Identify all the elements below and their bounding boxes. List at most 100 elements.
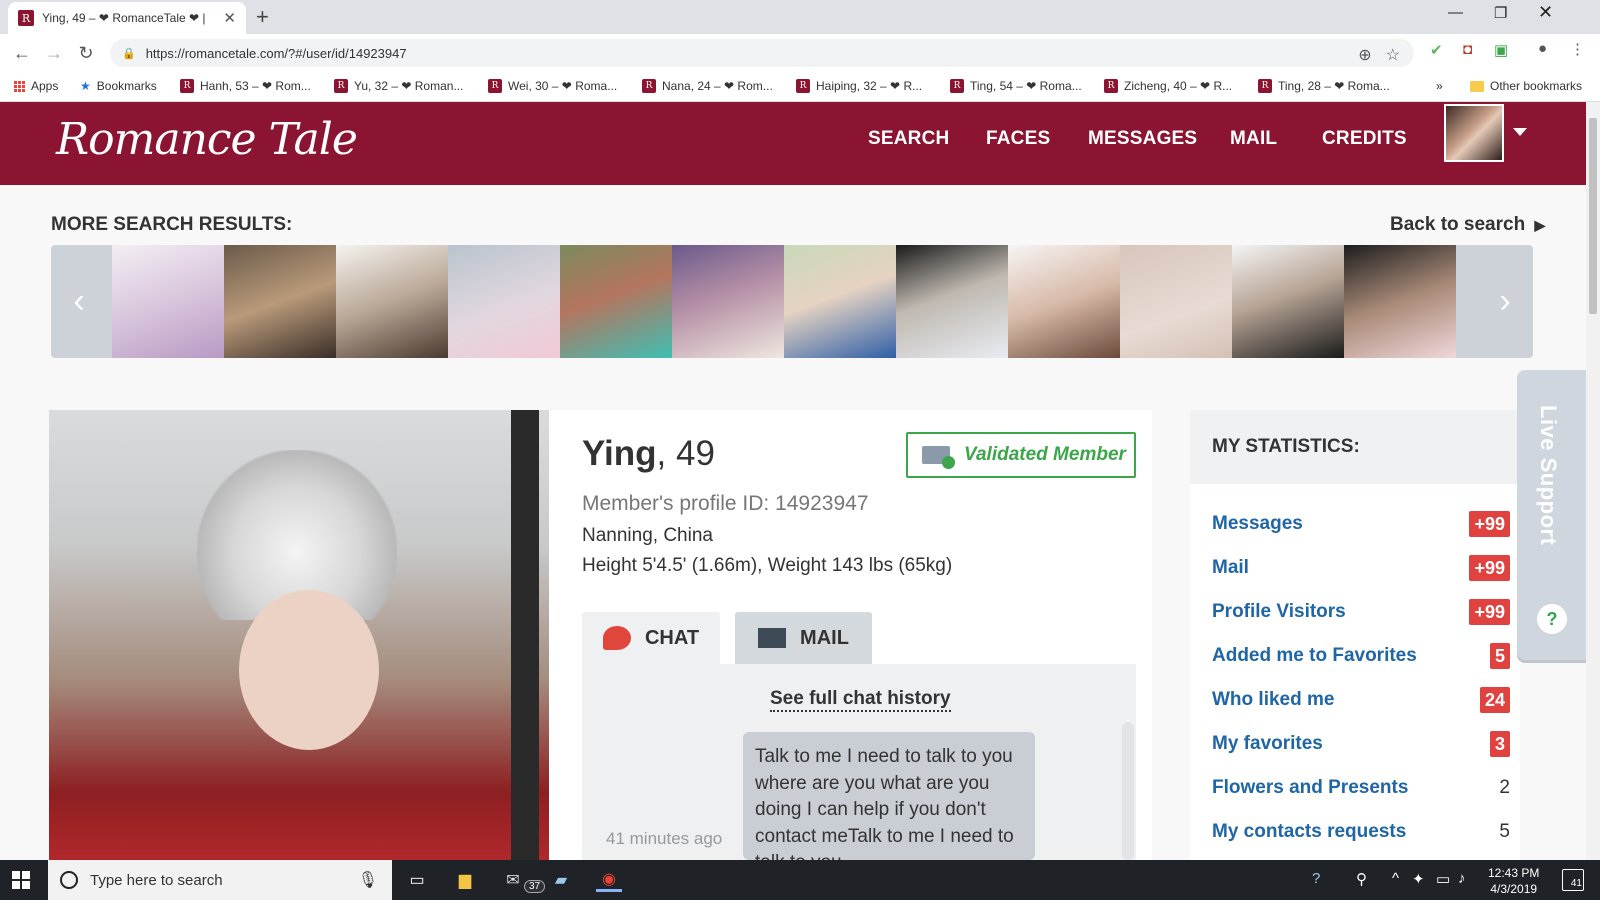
nav-credits[interactable]: CREDITS: [1322, 128, 1407, 150]
extension-grid-icon[interactable]: ▣: [1494, 41, 1508, 59]
clock-time: 12:43 PM: [1488, 866, 1540, 880]
result-thumbnail[interactable]: [448, 245, 560, 358]
stat-my-favorites[interactable]: My favorites 3: [1212, 729, 1510, 759]
nav-faces[interactable]: FACES: [986, 128, 1050, 150]
search-results-carousel: ‹ ›: [51, 245, 1533, 358]
forward-arrow-icon[interactable]: →: [38, 43, 70, 64]
tab-chat[interactable]: CHAT: [582, 612, 720, 664]
stat-label: Mail: [1212, 557, 1249, 578]
notepad-app-icon[interactable]: ▰: [548, 868, 574, 892]
bookmark-item[interactable]: R Ting, 28 – ❤ Roma...: [1258, 79, 1390, 93]
bookmark-item[interactable]: R Wei, 30 – ❤ Roma...: [488, 79, 617, 93]
romancetale-favicon-icon: R: [180, 79, 194, 93]
stat-mail[interactable]: Mail +99: [1212, 553, 1510, 583]
bookmark-item[interactable]: R Haiping, 32 – ❤ R...: [796, 79, 922, 93]
result-thumbnail[interactable]: [224, 245, 336, 358]
result-thumbnail[interactable]: [1232, 245, 1344, 358]
menu-kebab-icon[interactable]: ⋮: [1570, 40, 1585, 58]
address-bar[interactable]: 🔒 https://romancetale.com/?#/user/id/149…: [110, 39, 1414, 67]
extension-pocket-icon[interactable]: ◘: [1463, 41, 1472, 58]
profile-icon[interactable]: ●: [1538, 40, 1547, 57]
bookmark-label: Other bookmarks: [1490, 79, 1583, 93]
bookmark-item[interactable]: R Hanh, 53 – ❤ Rom...: [180, 79, 311, 93]
notifications-icon[interactable]: 41: [1562, 869, 1584, 891]
network-tray-icon[interactable]: ▭: [1436, 870, 1450, 888]
chat-scrollbar[interactable]: [1122, 722, 1134, 860]
mail-app-icon[interactable]: ✉: [500, 868, 526, 892]
result-thumbnail[interactable]: [784, 245, 896, 358]
bookmarks-overflow-button[interactable]: »: [1436, 79, 1443, 93]
bookmark-apps[interactable]: Apps: [14, 79, 58, 93]
mail-count-badge: 37: [524, 880, 546, 893]
bookmark-item[interactable]: R Ting, 54 – ❤ Roma...: [950, 79, 1082, 93]
stat-who-liked-me[interactable]: Who liked me 24: [1212, 685, 1510, 715]
result-thumbnail[interactable]: [896, 245, 1008, 358]
people-tray-icon[interactable]: ⚲: [1356, 870, 1367, 888]
stat-label: Profile Visitors: [1212, 601, 1346, 622]
profile-photo[interactable]: [49, 410, 549, 860]
stat-label: Messages: [1212, 513, 1303, 534]
nav-search[interactable]: SEARCH: [868, 128, 949, 150]
bookmark-label: Wei, 30 – ❤ Roma...: [508, 79, 618, 93]
result-thumbnail[interactable]: [112, 245, 224, 358]
stat-messages[interactable]: Messages +99: [1212, 509, 1510, 539]
full-chat-history-link[interactable]: See full chat history: [770, 688, 951, 712]
bookmark-item[interactable]: R Yu, 32 – ❤ Roman...: [334, 79, 463, 93]
nav-mail[interactable]: MAIL: [1230, 128, 1277, 150]
tab-mail-label: MAIL: [800, 626, 849, 649]
stat-profile-visitors[interactable]: Profile Visitors +99: [1212, 597, 1510, 627]
help-tray-icon[interactable]: ?: [1312, 870, 1320, 887]
result-thumbnail[interactable]: [672, 245, 784, 358]
other-bookmarks[interactable]: Other bookmarks: [1470, 79, 1582, 93]
bookmark-label: Apps: [31, 79, 59, 93]
windows-start-icon[interactable]: [12, 871, 30, 889]
chevron-down-icon[interactable]: [1513, 128, 1527, 136]
tab-mail[interactable]: MAIL: [735, 612, 872, 664]
back-arrow-icon[interactable]: ←: [6, 43, 38, 64]
result-thumbnail[interactable]: [560, 245, 672, 358]
carousel-next-button[interactable]: ›: [1477, 245, 1533, 358]
dropbox-tray-icon[interactable]: ✦: [1412, 870, 1425, 888]
extension-check-icon[interactable]: ✔: [1430, 41, 1443, 59]
carousel-prev-button[interactable]: ‹: [51, 245, 107, 358]
stat-added-to-favorites[interactable]: Added me to Favorites 5: [1212, 641, 1510, 671]
taskbar-search-box[interactable]: Type here to search 🎙: [48, 860, 392, 900]
chrome-app-icon[interactable]: ◉: [596, 868, 622, 892]
file-explorer-icon[interactable]: ▆: [452, 868, 478, 892]
stat-count-badge: +99: [1469, 511, 1510, 537]
page-scrollbar-thumb[interactable]: [1589, 118, 1597, 314]
bookmark-item[interactable]: R Zicheng, 40 – ❤ R...: [1104, 79, 1232, 93]
romancetale-favicon-icon: R: [1104, 79, 1118, 93]
result-thumbnail[interactable]: [336, 245, 448, 358]
bookmark-item[interactable]: R Nana, 24 – ❤ Rom...: [642, 79, 773, 93]
site-logo[interactable]: Romance Tale: [56, 114, 358, 165]
reload-icon[interactable]: ↻: [70, 43, 102, 64]
lock-icon: 🔒: [122, 47, 136, 60]
nav-messages[interactable]: MESSAGES: [1088, 128, 1197, 150]
browser-tab[interactable]: R Ying, 49 – ❤ RomanceTale ❤ | ✕: [8, 2, 246, 34]
bookmark-bookmarks[interactable]: ★ Bookmarks: [80, 79, 157, 93]
close-window-icon[interactable]: ✕: [1538, 2, 1553, 23]
maximize-window-icon[interactable]: ❐: [1494, 4, 1507, 22]
chat-bubbles-icon: [602, 626, 631, 650]
result-thumbnail[interactable]: [1120, 245, 1232, 358]
close-tab-icon[interactable]: ✕: [223, 9, 236, 27]
new-tab-button[interactable]: +: [256, 4, 269, 30]
result-thumbnail[interactable]: [1344, 245, 1456, 358]
romancetale-favicon-icon: R: [334, 79, 348, 93]
user-avatar[interactable]: [1444, 104, 1504, 162]
stat-flowers-presents[interactable]: Flowers and Presents 2: [1212, 773, 1510, 803]
task-view-icon[interactable]: ▭: [404, 868, 430, 892]
stat-count: 2: [1499, 777, 1510, 798]
zoom-icon[interactable]: ⊕: [1358, 45, 1371, 65]
stat-contacts-requests[interactable]: My contacts requests 5: [1212, 817, 1510, 847]
browser-tabstrip: R Ying, 49 – ❤ RomanceTale ❤ | ✕ + — ❐ ✕: [0, 0, 1600, 34]
system-clock[interactable]: 12:43 PM 4/3/2019: [1488, 865, 1539, 897]
back-to-search-link[interactable]: Back to search ▶: [1390, 214, 1545, 236]
microphone-icon[interactable]: 🎙: [358, 870, 378, 890]
volume-muted-icon[interactable]: ♪: [1458, 870, 1466, 887]
chevron-up-icon[interactable]: ^: [1392, 870, 1399, 887]
bookmark-star-icon[interactable]: ☆: [1386, 45, 1400, 65]
result-thumbnail[interactable]: [1008, 245, 1120, 358]
minimize-window-icon[interactable]: —: [1448, 4, 1463, 21]
